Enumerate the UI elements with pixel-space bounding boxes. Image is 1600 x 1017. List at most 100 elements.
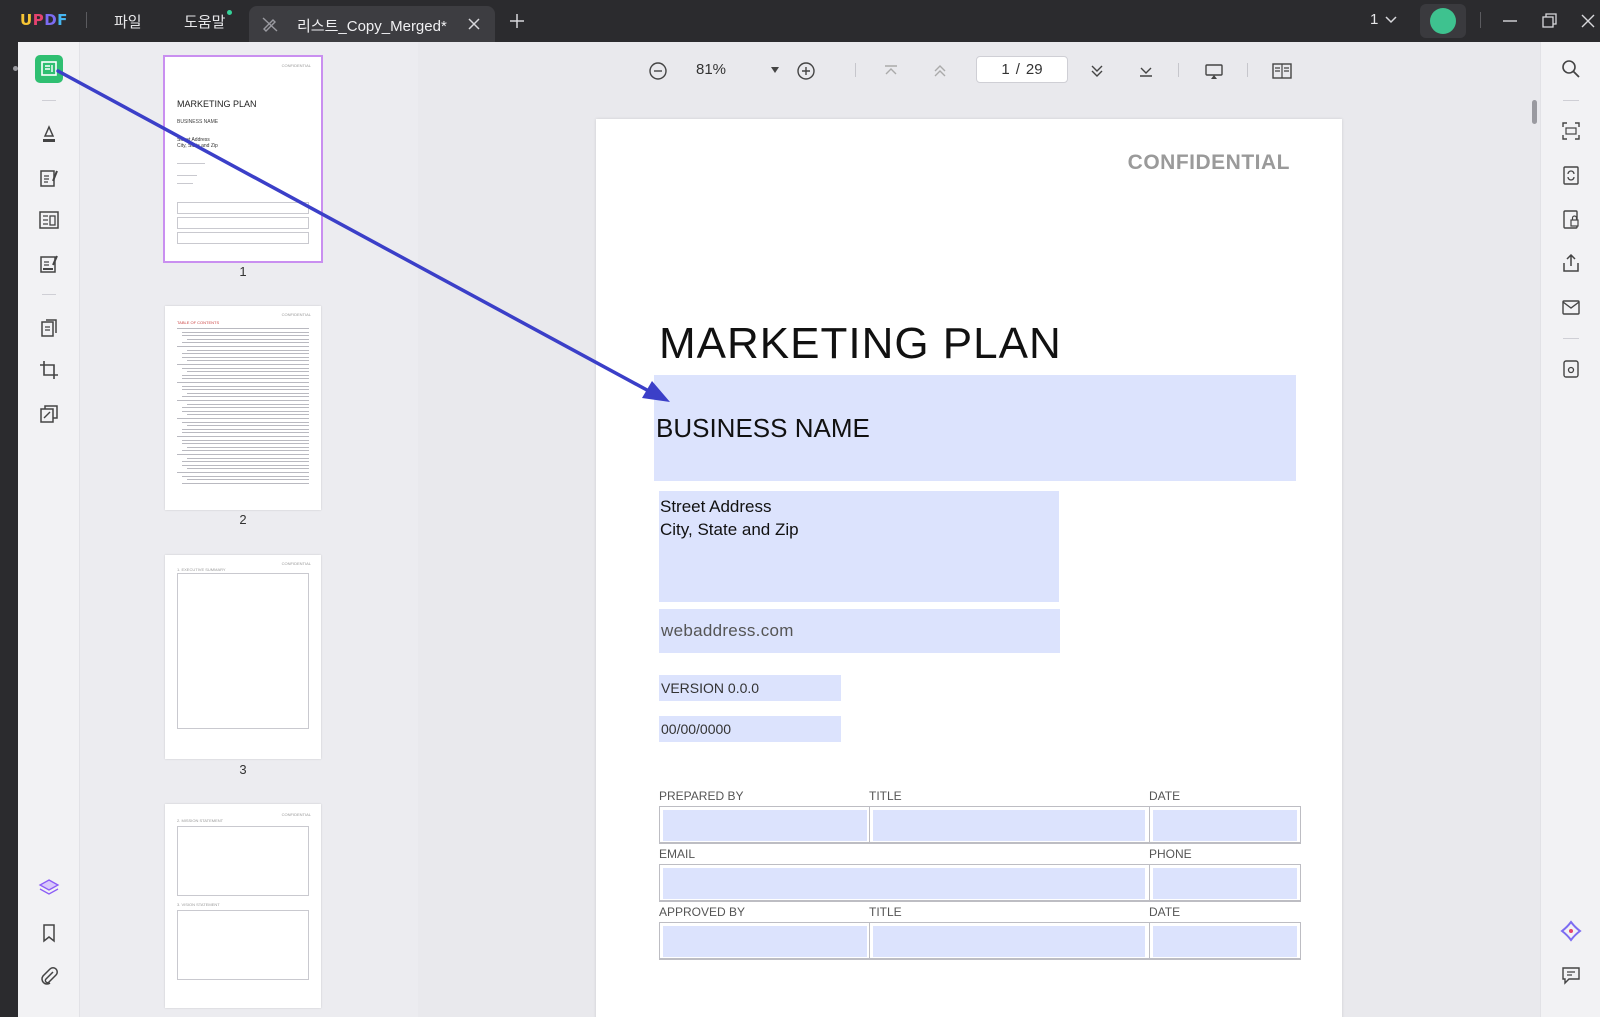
date-text: 00/00/0000 (661, 721, 732, 737)
rail-separator (42, 294, 56, 295)
thumb-vision-heading: 3. VISION STATEMENT (177, 902, 220, 907)
address-field[interactable]: Street Address City, State and Zip (659, 491, 1059, 602)
thumbnail-page-4[interactable]: CONFIDENTIAL 2. MISSION STATEMENT 3. VIS… (165, 804, 321, 1008)
version-text: VERSION 0.0.0 (661, 680, 760, 696)
window-count[interactable]: 1 (1370, 11, 1378, 28)
thumb-toc-line (187, 403, 309, 405)
thumbnail-panel: CONFIDENTIAL MARKETING PLAN BUSINESS NAM… (80, 42, 418, 1017)
thumb-mission-heading: 2. MISSION STATEMENT (177, 818, 224, 823)
thumb-toc-heading: TABLE OF CONTENTS (177, 320, 220, 325)
ai-assistant-icon[interactable] (1560, 920, 1582, 942)
total-pages: 29 (1025, 61, 1043, 78)
chevron-down-icon[interactable] (1384, 14, 1398, 26)
approved-title-input[interactable] (873, 926, 1145, 957)
thumbnail-page-1[interactable]: CONFIDENTIAL MARKETING PLAN BUSINESS NAM… (163, 55, 323, 263)
first-page-icon[interactable] (880, 60, 902, 82)
comment-button[interactable] (35, 120, 63, 148)
search-icon[interactable] (1560, 58, 1582, 80)
zoom-in-icon[interactable] (795, 60, 817, 82)
form-icon (39, 211, 59, 229)
thumbnail-number-1: 1 (239, 264, 247, 279)
bookmark-button[interactable] (35, 919, 63, 947)
prepared-title-input[interactable] (873, 810, 1145, 841)
fill-sign-button[interactable] (35, 250, 63, 278)
previous-page-icon[interactable] (929, 60, 951, 82)
pdf-page: CONFIDENTIAL MARKETING PLAN BUSINESS NAM… (596, 119, 1342, 1017)
new-tab-icon[interactable] (508, 12, 526, 30)
thumb-toc-line (182, 461, 309, 463)
thumbnail-page-3[interactable]: CONFIDENTIAL 1. EXECUTIVE SUMMARY (165, 555, 321, 759)
title-separator (86, 12, 87, 28)
thumb-toc-line (182, 353, 309, 355)
thumb-toc-line (177, 328, 309, 329)
page-separator: / (1015, 61, 1020, 78)
thumb-toc-line (187, 446, 309, 448)
protect-icon[interactable] (1560, 208, 1582, 230)
date-field[interactable]: 00/00/0000 (659, 716, 841, 742)
thumb-toc-line (182, 475, 309, 477)
organize-pages-button[interactable] (35, 314, 63, 342)
page-display-icon[interactable] (1271, 60, 1293, 82)
thumb-text-box (177, 573, 309, 729)
edit-pdf-button[interactable] (35, 164, 63, 192)
convert-icon[interactable] (1560, 164, 1582, 186)
thumbnail-page-2[interactable]: CONFIDENTIAL TABLE OF CONTENTS (165, 306, 321, 510)
page-tools-button[interactable] (35, 400, 63, 428)
ocr-icon[interactable] (1560, 120, 1582, 142)
thumb-toc-line (182, 378, 309, 380)
restore-icon[interactable] (1540, 11, 1560, 31)
minimize-icon[interactable] (1500, 11, 1520, 31)
thumb-toc-line (187, 414, 309, 416)
thumb-text-box (177, 910, 309, 980)
thumb-toc-line (182, 428, 309, 430)
business-name-field[interactable]: BUSINESS NAME (654, 375, 1296, 481)
zoom-level[interactable]: 81% (696, 61, 726, 78)
title-label: TITLE (869, 905, 902, 919)
thumb-toc-line (177, 346, 309, 347)
close-window-icon[interactable] (1578, 11, 1598, 31)
zoom-out-icon[interactable] (647, 60, 669, 82)
thumb-toc-line (187, 457, 309, 459)
version-field[interactable]: VERSION 0.0.0 (659, 675, 841, 701)
phone-input[interactable] (1153, 868, 1297, 899)
reader-mode-button[interactable] (35, 55, 63, 83)
fill-sign-icon (40, 255, 58, 273)
save-icon[interactable] (1560, 358, 1582, 380)
crop-button[interactable] (35, 356, 63, 384)
menu-file[interactable]: 파일 (114, 11, 142, 32)
thumb-table-row (177, 232, 309, 244)
thumb-toc-line (182, 450, 309, 452)
close-tab-icon[interactable] (465, 15, 483, 33)
attachment-button[interactable] (35, 962, 63, 990)
thumb-title: MARKETING PLAN (177, 99, 257, 109)
comment-panel-icon[interactable] (1560, 964, 1582, 986)
approved-date-input[interactable] (1153, 926, 1297, 957)
table-divider (1149, 807, 1150, 843)
avatar-icon (1430, 8, 1456, 34)
layers-button[interactable] (35, 874, 63, 902)
last-page-icon[interactable] (1135, 60, 1157, 82)
prepared-by-input[interactable] (663, 810, 867, 841)
form-button[interactable] (35, 206, 63, 234)
share-icon[interactable] (1560, 252, 1582, 274)
approved-by-input[interactable] (663, 926, 867, 957)
email-icon[interactable] (1560, 296, 1582, 318)
title-bar: UPDF 파일 도움말 리스트_Copy_Merged* 1 (0, 0, 1600, 42)
presentation-icon[interactable] (1203, 60, 1225, 82)
thumb-toc-line (182, 464, 309, 466)
web-address-field[interactable]: webaddress.com (659, 609, 1060, 653)
thumb-confidential: CONFIDENTIAL (281, 812, 311, 817)
document-tab[interactable]: 리스트_Copy_Merged* (249, 6, 495, 42)
confidential-header: CONFIDENTIAL (1127, 151, 1290, 174)
vertical-scrollbar[interactable] (1532, 100, 1537, 124)
document-title: MARKETING PLAN (659, 319, 1062, 368)
email-input[interactable] (663, 868, 1145, 899)
zoom-dropdown-icon[interactable] (770, 66, 780, 74)
menu-help[interactable]: 도움말 (184, 11, 225, 32)
user-avatar-button[interactable] (1420, 4, 1466, 38)
thumb-toc-line (182, 482, 309, 484)
next-page-icon[interactable] (1086, 60, 1108, 82)
page-number-input[interactable]: 1 / 29 (976, 56, 1068, 83)
thumb-toc-line (182, 410, 309, 412)
prepared-date-input[interactable] (1153, 810, 1297, 841)
